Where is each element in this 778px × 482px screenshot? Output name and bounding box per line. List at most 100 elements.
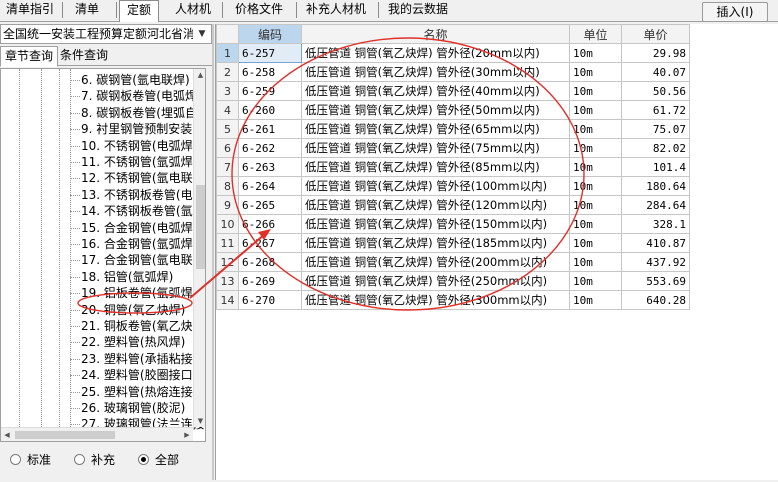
tree-item[interactable]: 18. 铝管(氩弧焊) xyxy=(81,269,173,285)
cell-unit[interactable]: 10m xyxy=(569,271,622,291)
cell-unit[interactable]: 10m xyxy=(569,119,622,139)
table-row[interactable]: 1 6-257 低压管道 铜管(氧乙炔焊) 管外径(20mm以内) 10m 29.98 xyxy=(216,43,690,63)
cell-name[interactable]: 低压管道 铜管(氧乙炔焊) 管外径(20mm以内) xyxy=(301,43,570,63)
cell-unit[interactable]: 10m xyxy=(569,138,622,158)
cell-name[interactable]: 低压管道 铜管(氧乙炔焊) 管外径(75mm以内) xyxy=(301,138,570,158)
scroll-left-icon[interactable]: ◀ xyxy=(1,428,13,441)
cell-unit[interactable]: 10m xyxy=(569,43,622,63)
pane-splitter[interactable] xyxy=(212,24,214,480)
tree-item[interactable]: 22. 塑料管(热风焊) xyxy=(81,334,185,350)
tree-item[interactable]: 7. 碳钢板卷管(电弧焊) xyxy=(81,88,202,104)
table-row[interactable]: 3 6-259 低压管道 铜管(氧乙炔焊) 管外径(40mm以内) 10m 50.56 xyxy=(216,81,690,101)
tab-condition-query[interactable]: 条件查询 xyxy=(56,46,112,66)
cell-name[interactable]: 低压管道 铜管(氧乙炔焊) 管外径(50mm以内) xyxy=(301,100,570,120)
tree-item[interactable]: 10. 不锈钢管(电弧焊) xyxy=(81,138,197,154)
cell-code[interactable]: 6-261 xyxy=(238,119,302,139)
cell-unit[interactable]: 10m xyxy=(569,157,622,177)
cell-price[interactable]: 101.4 xyxy=(621,157,690,177)
tree-item[interactable]: 19. 铝板卷管(氩弧焊) xyxy=(81,285,197,301)
cell-name[interactable]: 低压管道 铜管(氧乙炔焊) 管外径(250mm以内) xyxy=(301,271,570,291)
cell-name[interactable]: 低压管道 铜管(氧乙炔焊) 管外径(300mm以内) xyxy=(301,290,570,310)
cell-price[interactable]: 410.87 xyxy=(621,233,690,253)
tree-item[interactable]: 14. 不锈钢板卷管(氩弧焊) xyxy=(81,203,205,219)
cell-name[interactable]: 低压管道 铜管(氧乙炔焊) 管外径(120mm以内) xyxy=(301,195,570,215)
table-row[interactable]: 2 6-258 低压管道 铜管(氧乙炔焊) 管外径(30mm以内) 10m 40.07 xyxy=(216,62,690,82)
cell-price[interactable]: 284.64 xyxy=(621,195,690,215)
table-row[interactable]: 11 6-267 低压管道 铜管(氧乙炔焊) 管外径(185mm以内) 10m 410.… xyxy=(216,233,690,253)
scroll-thumb[interactable] xyxy=(196,185,205,269)
cell-price[interactable]: 50.56 xyxy=(621,81,690,101)
cell-name[interactable]: 低压管道 铜管(氧乙炔焊) 管外径(100mm以内) xyxy=(301,176,570,196)
cell-code[interactable]: 6-263 xyxy=(238,157,302,177)
table-row[interactable]: 12 6-268 低压管道 铜管(氧乙炔焊) 管外径(200mm以内) 10m 437.… xyxy=(216,252,690,272)
row-number[interactable]: 1 xyxy=(216,43,239,63)
cell-code[interactable]: 6-260 xyxy=(238,100,302,120)
radio-supplementary[interactable]: 补充 xyxy=(74,451,115,467)
row-number[interactable]: 14 xyxy=(216,290,239,310)
tree-item[interactable]: 25. 塑料管(热熔连接) xyxy=(81,384,197,400)
cell-name[interactable]: 低压管道 铜管(氧乙炔焊) 管外径(30mm以内) xyxy=(301,62,570,82)
cell-code[interactable]: 6-264 xyxy=(238,176,302,196)
table-row[interactable]: 8 6-264 低压管道 铜管(氧乙炔焊) 管外径(100mm以内) 10m 180.6… xyxy=(216,176,690,196)
table-row[interactable]: 4 6-260 低压管道 铜管(氧乙炔焊) 管外径(50mm以内) 10m 61.72 xyxy=(216,100,690,120)
row-number[interactable]: 7 xyxy=(216,157,239,177)
row-number[interactable]: 8 xyxy=(216,176,239,196)
table-row[interactable]: 6 6-262 低压管道 铜管(氧乙炔焊) 管外径(75mm以内) 10m 82.02 xyxy=(216,138,690,158)
tab-list[interactable]: 清单 xyxy=(66,0,108,20)
radio-circle[interactable] xyxy=(74,453,85,465)
cell-price[interactable]: 40.07 xyxy=(621,62,690,82)
tree-item[interactable]: 23. 塑料管(承插粘接) xyxy=(81,351,197,367)
radio-circle[interactable] xyxy=(138,453,149,465)
row-number[interactable]: 3 xyxy=(216,81,239,101)
cell-price[interactable]: 82.02 xyxy=(621,138,690,158)
cell-unit[interactable]: 10m xyxy=(569,290,622,310)
tree-item[interactable]: 6. 碳钢管(氩电联焊) xyxy=(81,72,190,88)
cell-unit[interactable]: 10m xyxy=(569,233,622,253)
table-row[interactable]: 14 6-270 低压管道 铜管(氧乙炔焊) 管外径(300mm以内) 10m 640.… xyxy=(216,290,690,310)
tree-item[interactable]: 17. 合金钢管(氩电联焊) xyxy=(81,252,205,268)
insert-button[interactable]: 插入(I) xyxy=(702,2,768,22)
tab-my-cloud-data[interactable]: 我的云数据 xyxy=(382,0,454,20)
cell-code[interactable]: 6-267 xyxy=(238,233,302,253)
scroll-down-icon[interactable]: ▼ xyxy=(194,415,205,427)
cell-code[interactable]: 6-259 xyxy=(238,81,302,101)
chevron-down-icon[interactable]: ▼ xyxy=(195,27,209,41)
row-number[interactable]: 9 xyxy=(216,195,239,215)
cell-unit[interactable]: 10m xyxy=(569,195,622,215)
cell-code[interactable]: 6-262 xyxy=(238,138,302,158)
quota-library-select[interactable]: 全国统一安装工程预算定额河北省消 ▼ xyxy=(0,24,212,44)
tree-item[interactable]: 9. 衬里钢管预制安装 xyxy=(81,121,192,137)
header-code[interactable]: 编码 xyxy=(238,24,302,44)
cell-name[interactable]: 低压管道 铜管(氧乙炔焊) 管外径(185mm以内) xyxy=(301,233,570,253)
header-unit[interactable]: 单位 xyxy=(569,24,622,44)
cell-price[interactable]: 553.69 xyxy=(621,271,690,291)
table-row[interactable]: 9 6-265 低压管道 铜管(氧乙炔焊) 管外径(120mm以内) 10m 284.6… xyxy=(216,195,690,215)
table-row[interactable]: 10 6-266 低压管道 铜管(氧乙炔焊) 管外径(150mm以内) 10m 328.… xyxy=(216,214,690,234)
cell-unit[interactable]: 10m xyxy=(569,100,622,120)
tree-item[interactable]: 16. 合金钢管(氩弧焊) xyxy=(81,236,197,252)
tree-item[interactable]: 15. 合金钢管(电弧焊) xyxy=(81,220,197,236)
cell-name[interactable]: 低压管道 铜管(氧乙炔焊) 管外径(40mm以内) xyxy=(301,81,570,101)
row-number[interactable]: 12 xyxy=(216,252,239,272)
tab-quota[interactable]: 定额 xyxy=(119,0,159,22)
row-number[interactable]: 13 xyxy=(216,271,239,291)
cell-code[interactable]: 6-257 xyxy=(238,43,302,63)
cell-price[interactable]: 61.72 xyxy=(621,100,690,120)
scroll-right-icon[interactable]: ▶ xyxy=(181,428,193,441)
tree-item-selected[interactable]: 20. 铜管(氧乙炔焊) xyxy=(81,302,185,318)
row-number[interactable]: 2 xyxy=(216,62,239,82)
cell-name[interactable]: 低压管道 铜管(氧乙炔焊) 管外径(85mm以内) xyxy=(301,157,570,177)
header-name[interactable]: 名称 xyxy=(301,24,570,44)
cell-price[interactable]: 640.28 xyxy=(621,290,690,310)
tab-chapter-query[interactable]: 章节查询 xyxy=(0,46,59,67)
row-number[interactable]: 11 xyxy=(216,233,239,253)
header-price[interactable]: 单价 xyxy=(621,24,690,44)
tree-item[interactable]: 24. 塑料管(胶圈接口) xyxy=(81,367,197,383)
tree-item[interactable]: 26. 玻璃钢管(胶泥) xyxy=(81,400,185,416)
radio-standard[interactable]: 标准 xyxy=(10,451,51,467)
cell-unit[interactable]: 10m xyxy=(569,62,622,82)
cell-price[interactable]: 328.1 xyxy=(621,214,690,234)
cell-unit[interactable]: 10m xyxy=(569,176,622,196)
tree-vertical-scrollbar[interactable]: ▲ ▼ xyxy=(193,69,205,427)
cell-name[interactable]: 低压管道 铜管(氧乙炔焊) 管外径(65mm以内) xyxy=(301,119,570,139)
